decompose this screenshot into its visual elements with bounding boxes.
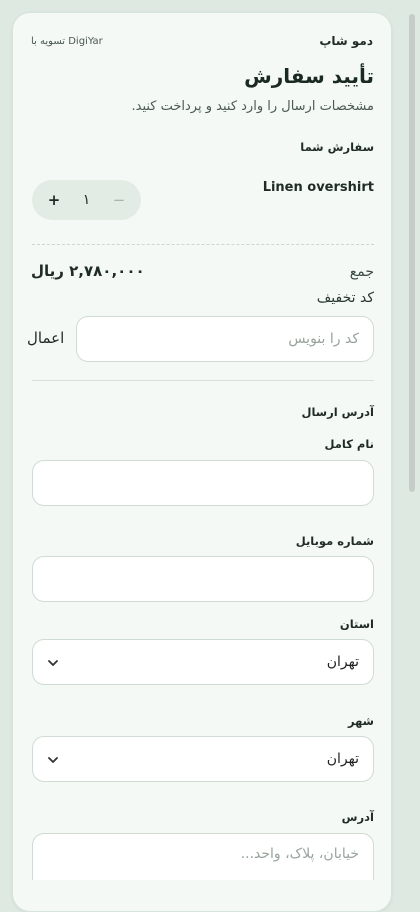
discount-label: کد تخفیف <box>316 290 374 306</box>
chevron-down-icon <box>48 757 58 763</box>
total-label: جمع <box>349 264 374 280</box>
apply-discount-button[interactable]: اعمال <box>27 329 64 347</box>
quantity-stepper[interactable]: + ۱ − <box>32 180 141 220</box>
province-value: تهران <box>326 654 359 670</box>
address-textarea[interactable]: خیابان، پلاک، واحد... <box>32 833 374 880</box>
full-name-field[interactable] <box>32 460 374 506</box>
settle-with-display: تسویه با DigiYar <box>31 36 103 47</box>
province-select[interactable]: تهران <box>32 639 374 685</box>
address-placeholder: خیابان، پلاک، واحد... <box>240 846 359 862</box>
shipping-heading: آدرس ارسال <box>301 405 374 419</box>
order-heading: سفارش شما <box>300 140 374 154</box>
brand-name-display: دمو شاپ <box>319 34 373 48</box>
total-value: ۲,۷۸۰,۰۰۰ ریال <box>31 262 145 280</box>
page-subtitle: مشخصات ارسال را وارد کنید و پرداخت کنید. <box>131 99 374 114</box>
city-value: تهران <box>326 751 359 767</box>
city-label: شهر <box>347 714 374 728</box>
quantity-value: ۱ <box>82 192 91 208</box>
address-label: آدرس <box>341 810 374 824</box>
mobile-field[interactable] <box>32 556 374 602</box>
city-select[interactable]: تهران <box>32 736 374 782</box>
province-label: استان <box>339 617 374 631</box>
order-item-name: Linen overshirt <box>262 180 374 195</box>
chevron-down-icon <box>48 660 58 666</box>
mobile-label: شماره موبایل <box>295 534 374 548</box>
scrollbar-thumb[interactable] <box>409 14 415 492</box>
decrease-button[interactable]: − <box>111 191 127 209</box>
increase-button[interactable]: + <box>46 191 62 209</box>
dashed-divider <box>32 244 374 245</box>
discount-input[interactable]: کد را بنویس <box>76 316 374 362</box>
page-title: تأیید سفارش <box>244 64 374 88</box>
full-name-label: نام کامل <box>324 437 374 451</box>
section-divider <box>32 380 374 381</box>
discount-placeholder: کد را بنویس <box>288 331 359 347</box>
